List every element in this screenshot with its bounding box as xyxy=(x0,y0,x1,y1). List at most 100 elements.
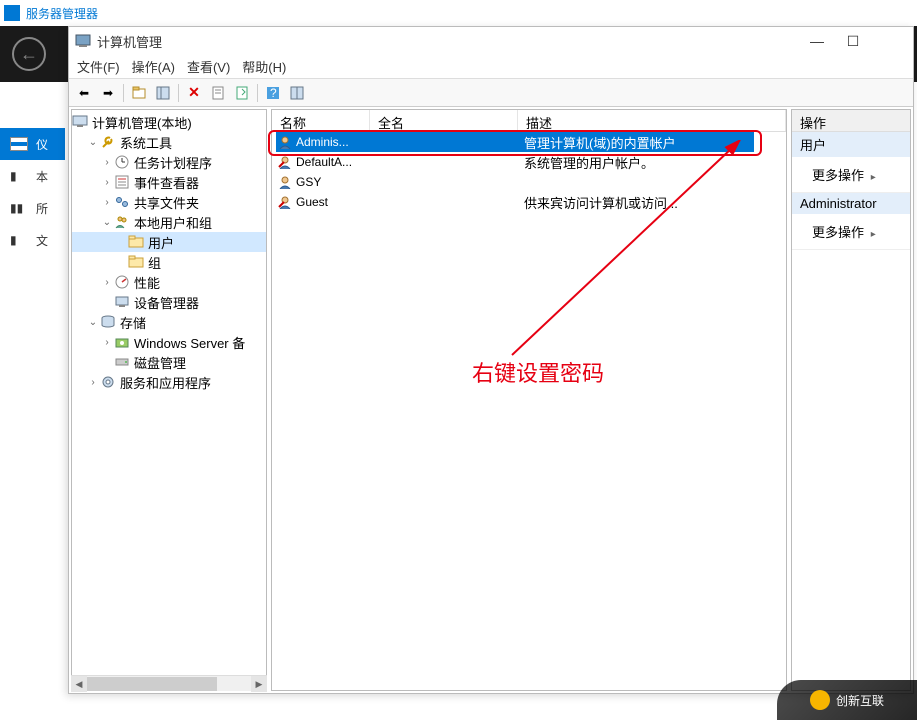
sidebar-label: 文 xyxy=(36,232,48,249)
storage-icon xyxy=(100,314,116,330)
expand-icon[interactable]: › xyxy=(100,177,114,188)
tree-pane[interactable]: 计算机管理(本地) ⌄ 系统工具 › 任务计划程序 › 事件查看器 xyxy=(71,109,267,691)
help-icon[interactable]: ? xyxy=(262,82,284,104)
collapse-icon[interactable]: ⌄ xyxy=(86,317,100,328)
col-desc[interactable]: 描述 xyxy=(518,110,786,131)
tree-storage[interactable]: ⌄ 存储 xyxy=(72,312,266,332)
menu-file[interactable]: 文件(F) xyxy=(77,57,120,76)
tree-windows-server-backup[interactable]: › Windows Server 备 xyxy=(72,332,266,352)
expand-icon[interactable]: › xyxy=(100,337,114,348)
sidebar-label: 仪 xyxy=(36,136,48,153)
clock-icon xyxy=(114,154,130,170)
cm-body: 计算机管理(本地) ⌄ 系统工具 › 任务计划程序 › 事件查看器 xyxy=(69,107,913,693)
backup-icon xyxy=(114,334,130,350)
action-heading-users: 用户 xyxy=(792,132,910,157)
tree-disk-management[interactable]: 磁盘管理 xyxy=(72,352,266,372)
user-desc: 供来宾访问计算机或访问... xyxy=(518,193,786,212)
tree-users[interactable]: 用户 xyxy=(72,232,266,252)
expand-icon[interactable]: › xyxy=(100,277,114,288)
user-row-administrator[interactable]: Adminis... 管理计算机(域)的内置帐户 xyxy=(272,132,786,152)
sidebar-item-dashboard[interactable]: 仪 xyxy=(0,128,65,160)
refresh-icon[interactable] xyxy=(286,82,308,104)
folder-icon xyxy=(128,254,144,270)
tree-shared-folders[interactable]: › 共享文件夹 xyxy=(72,192,266,212)
server-manager-icon xyxy=(4,5,20,21)
user-row-defaultaccount[interactable]: DefaultA... 系统管理的用户帐户。 xyxy=(272,152,786,172)
folder-icon xyxy=(128,234,144,250)
tools-icon xyxy=(100,134,116,150)
tree-groups[interactable]: 组 xyxy=(72,252,266,272)
tree-scrollbar-h[interactable]: ◀ ▶ xyxy=(71,675,267,691)
user-name: Adminis... xyxy=(296,135,349,149)
tree-event-viewer[interactable]: › 事件查看器 xyxy=(72,172,266,192)
col-name[interactable]: 名称 xyxy=(272,110,370,131)
cm-title: 计算机管理 xyxy=(97,32,799,51)
list-pane[interactable]: 名称 全名 描述 Adminis... 管理计算机(域)的内置帐户 Defaul… xyxy=(271,109,787,691)
menu-view[interactable]: 查看(V) xyxy=(187,57,230,76)
user-name: DefaultA... xyxy=(296,155,352,169)
user-disabled-icon xyxy=(278,155,292,169)
properties-icon[interactable] xyxy=(207,82,229,104)
tree-task-scheduler[interactable]: › 任务计划程序 xyxy=(72,152,266,172)
svg-text:?: ? xyxy=(270,86,277,100)
action-heading-admin: Administrator xyxy=(792,193,910,214)
tree-system-tools[interactable]: ⌄ 系统工具 xyxy=(72,132,266,152)
menu-action[interactable]: 操作(A) xyxy=(132,57,175,76)
user-name: Guest xyxy=(296,195,328,209)
scroll-left-icon[interactable]: ◀ xyxy=(71,676,87,691)
tree-root[interactable]: 计算机管理(本地) xyxy=(72,112,266,132)
up-icon[interactable] xyxy=(128,82,150,104)
sidebar-item[interactable]: ▮ 本 xyxy=(0,160,65,192)
scroll-thumb[interactable] xyxy=(87,677,217,691)
tree-services-apps[interactable]: › 服务和应用程序 xyxy=(72,372,266,392)
export-icon[interactable] xyxy=(231,82,253,104)
delete-icon[interactable]: ✕ xyxy=(183,82,205,104)
users-icon xyxy=(114,214,130,230)
expand-icon[interactable]: › xyxy=(100,157,114,168)
watermark-logo-icon xyxy=(810,690,830,710)
disk-icon xyxy=(114,354,130,370)
services-icon xyxy=(100,374,116,390)
expand-icon[interactable]: › xyxy=(86,377,100,388)
back-icon[interactable]: ⬅ xyxy=(73,82,95,104)
collapse-icon[interactable]: ⌄ xyxy=(86,137,100,148)
server-manager-titlebar: 服务器管理器 xyxy=(0,0,917,26)
action-more-1[interactable]: 更多操作 xyxy=(792,161,910,188)
action-pane: 操作 用户 更多操作 Administrator 更多操作 xyxy=(791,109,911,691)
collapse-icon[interactable]: ⌄ xyxy=(100,217,114,228)
menu-help[interactable]: 帮助(H) xyxy=(242,57,286,76)
user-icon xyxy=(278,135,292,149)
annotation-text: 右键设置密码 xyxy=(472,356,604,388)
device-icon xyxy=(114,294,130,310)
watermark-text: 创新互联 xyxy=(836,692,884,709)
scroll-right-icon[interactable]: ▶ xyxy=(251,676,267,691)
user-row-guest[interactable]: Guest 供来宾访问计算机或访问... xyxy=(272,192,786,212)
user-desc: 系统管理的用户帐户。 xyxy=(518,153,786,172)
forward-icon[interactable]: ➡ xyxy=(97,82,119,104)
tree-performance[interactable]: › 性能 xyxy=(72,272,266,292)
col-fullname[interactable]: 全名 xyxy=(370,110,518,131)
separator xyxy=(178,84,179,102)
sidebar-item[interactable]: ▮ 文 xyxy=(0,224,65,256)
tree-device-manager[interactable]: 设备管理器 xyxy=(72,292,266,312)
computer-management-window: 计算机管理 — ☐ 文件(F) 操作(A) 查看(V) 帮助(H) ⬅ ➡ ✕ … xyxy=(68,26,914,694)
scroll-track[interactable] xyxy=(87,676,251,691)
action-more-2[interactable]: 更多操作 xyxy=(792,218,910,245)
separator xyxy=(257,84,258,102)
sidebar-item[interactable]: ▮▮ 所 xyxy=(0,192,65,224)
server-manager-sidebar: 仪 ▮ 本 ▮▮ 所 ▮ 文 xyxy=(0,128,65,256)
expand-icon[interactable]: › xyxy=(100,197,114,208)
close-button[interactable] xyxy=(871,29,907,53)
user-desc: 管理计算机(域)的内置帐户 xyxy=(518,133,786,152)
dashboard-icon xyxy=(10,137,28,151)
back-button[interactable]: ← xyxy=(12,37,46,71)
user-name: GSY xyxy=(296,175,321,189)
server-manager-title: 服务器管理器 xyxy=(26,5,98,22)
tree-local-users-groups[interactable]: ⌄ 本地用户和组 xyxy=(72,212,266,232)
separator xyxy=(123,84,124,102)
show-hide-icon[interactable] xyxy=(152,82,174,104)
minimize-button[interactable]: — xyxy=(799,29,835,53)
maximize-button[interactable]: ☐ xyxy=(835,29,871,53)
computer-icon xyxy=(72,114,88,130)
user-row-gsy[interactable]: GSY xyxy=(272,172,786,192)
